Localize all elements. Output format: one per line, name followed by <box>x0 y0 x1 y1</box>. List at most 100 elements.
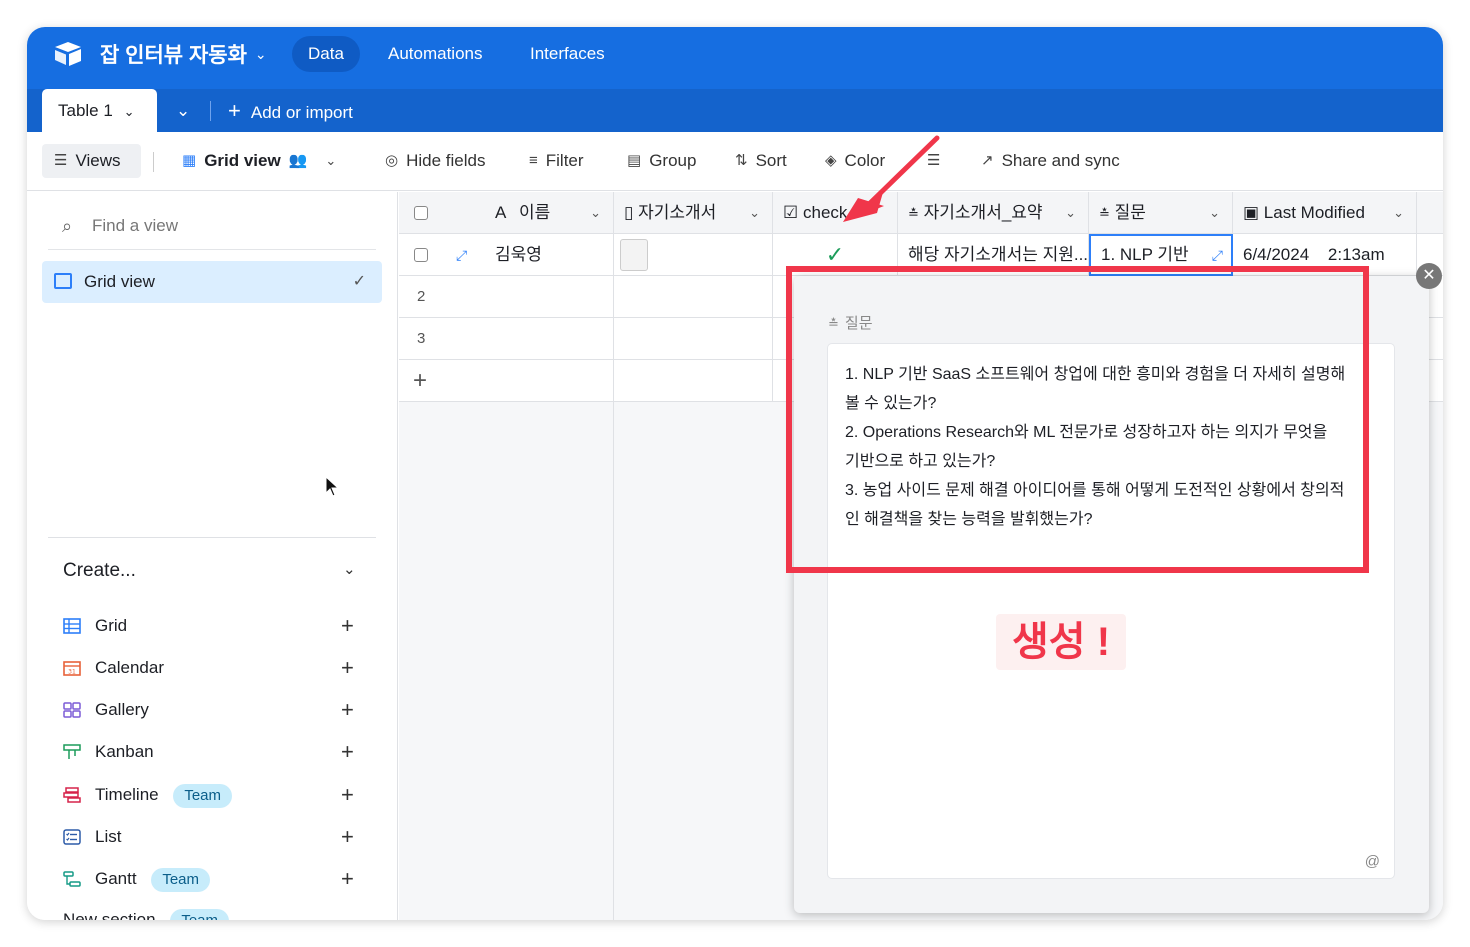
plus-icon[interactable]: + <box>341 695 354 725</box>
create-grid[interactable]: Grid + <box>63 611 363 641</box>
nav-automations[interactable]: Automations <box>372 36 499 72</box>
row-checkbox[interactable] <box>414 248 428 262</box>
select-all-checkbox[interactable] <box>414 206 428 220</box>
calendar-field-icon: ▣ <box>1243 203 1260 222</box>
filter-icon: ≡ <box>529 152 538 169</box>
grid-view-switcher[interactable]: ▦ Grid view 👥 ⌄ <box>182 144 336 178</box>
column-header-summary[interactable]: ≛ 자기소개서_요약 ⌄ <box>898 192 1089 234</box>
column-label: check <box>802 203 848 222</box>
view-toolbar: ☰ Views ▦ Grid view 👥 ⌄ ◎ Hide fields ≡ … <box>27 132 1443 191</box>
timeline-icon <box>63 787 81 803</box>
plus-icon[interactable]: + <box>341 737 354 767</box>
add-row-cell <box>614 360 773 402</box>
row-height-icon: ☰ <box>927 152 941 169</box>
team-badge: Team <box>151 867 211 892</box>
attachment-field-icon: ▯ <box>624 203 634 222</box>
row-number: 2 <box>417 288 426 305</box>
sort-button[interactable]: ⇅ Sort <box>735 144 787 178</box>
create-kanban[interactable]: Kanban + <box>63 737 363 767</box>
expand-record-icon[interactable]: ⤢ <box>456 234 467 276</box>
sort-icon: ⇅ <box>735 152 748 169</box>
search-icon: ⌕ <box>62 216 73 236</box>
nav-data[interactable]: Data <box>292 36 360 72</box>
plus-icon[interactable]: + <box>341 611 354 641</box>
column-label: 자기소개서 <box>638 203 717 222</box>
row-number: 3 <box>417 330 426 347</box>
filter-button[interactable]: ≡ Filter <box>529 144 584 178</box>
cell-time-value: 2:13am <box>1327 245 1385 264</box>
sidebar-divider <box>48 537 376 538</box>
share-and-sync-button[interactable]: ↗ Share and sync <box>981 144 1120 178</box>
attachment-thumbnail[interactable] <box>620 239 648 271</box>
create-list[interactable]: List + <box>63 822 363 852</box>
plus-icon: + <box>413 367 428 394</box>
create-new-section-label: New section <box>63 910 156 920</box>
cell-question-value: 1. NLP 기반 <box>1101 245 1189 264</box>
column-header-check[interactable]: ☑ check <box>773 192 898 234</box>
create-kanban-label: Kanban <box>95 742 154 761</box>
table-tab-label: Table 1 <box>58 101 113 120</box>
row-height-button[interactable]: ☰ <box>927 144 940 178</box>
create-gantt-label: Gantt <box>95 869 137 888</box>
find-view-input[interactable]: ⌕ Find a view <box>48 208 376 250</box>
create-gallery[interactable]: Gallery + <box>63 695 363 725</box>
cell-date-value: 6/4/2024 <box>1243 245 1310 264</box>
sidebar-item-grid-view[interactable]: Grid view ✓ <box>42 261 382 303</box>
grid-icon <box>54 273 72 289</box>
grid-header: A 이름 ⌄ ▯ 자기소개서 ⌄ ☑ check ≛ 자기소개서_요약 ⌄ ≛ … <box>399 192 1443 234</box>
create-new-section[interactable]: New section Team <box>63 906 363 920</box>
table-tab[interactable]: Table 1 ⌄ <box>42 89 157 132</box>
plus-icon[interactable]: + <box>341 822 354 852</box>
add-row-button[interactable]: + <box>399 360 614 402</box>
create-gantt[interactable]: Gantt Team + <box>63 864 363 894</box>
long-text-field-icon: ≛ <box>908 206 919 221</box>
calendar-icon: 31 <box>63 661 81 676</box>
share-icon: ↗ <box>981 152 994 169</box>
text-field-icon: A <box>495 203 507 222</box>
cell-name[interactable]: ⤢ 김욱영 <box>399 234 614 276</box>
plus-icon[interactable]: + <box>341 864 354 894</box>
views-button[interactable]: ☰ Views <box>42 144 141 178</box>
checkbox-field-icon: ☑ <box>783 203 799 222</box>
mention-icon[interactable]: @ <box>1365 853 1380 870</box>
team-badge: Team <box>170 908 230 920</box>
close-popup-icon[interactable]: ✕ <box>1416 263 1442 289</box>
cell-cover-letter[interactable] <box>614 234 773 276</box>
plus-icon[interactable]: + <box>341 653 354 683</box>
cell-name[interactable]: 2 <box>399 276 614 318</box>
column-header-name[interactable]: A 이름 ⌄ <box>399 192 614 234</box>
top-bar: 잡 인터뷰 자동화 ⌄ Data Automations Interfaces … <box>27 27 1443 132</box>
cell-summary-value: 해당 자기소개서는 지원... <box>908 245 1089 264</box>
mouse-cursor-icon <box>325 476 340 497</box>
cell-cover-letter[interactable] <box>614 318 773 360</box>
sort-label: Sort <box>755 151 787 170</box>
add-or-import-button[interactable]: + Add or import <box>228 89 353 132</box>
column-label: 질문 <box>1114 203 1146 222</box>
chevron-down-icon: ⌄ <box>1393 205 1404 220</box>
cell-name[interactable]: 3 <box>399 318 614 360</box>
collaborators-icon: 👥 <box>288 152 308 169</box>
app-logo-icon[interactable] <box>53 41 83 67</box>
column-header-last-modified[interactable]: ▣ Last Modified ⌄ <box>1233 192 1417 234</box>
chevron-down-icon[interactable]: ⌄ <box>343 560 356 578</box>
column-label: Last Modified <box>1263 203 1365 222</box>
group-button[interactable]: ▤ Group <box>627 144 696 178</box>
base-title[interactable]: 잡 인터뷰 자동화 ⌄ <box>100 39 267 69</box>
create-calendar[interactable]: 31 Calendar + <box>63 653 363 683</box>
sidebar-item-label: Grid view <box>84 272 155 291</box>
column-header-question[interactable]: ≛ 질문 ⌄ <box>1089 192 1233 234</box>
create-timeline[interactable]: Timeline Team + <box>63 780 363 810</box>
plus-icon[interactable]: + <box>341 780 354 810</box>
gantt-icon <box>63 871 81 887</box>
create-section-title[interactable]: Create... <box>63 560 136 582</box>
share-label: Share and sync <box>1001 151 1120 170</box>
find-view-placeholder: Find a view <box>92 216 178 235</box>
column-header-cover-letter[interactable]: ▯ 자기소개서 ⌄ <box>614 192 773 234</box>
nav-interfaces[interactable]: Interfaces <box>514 36 621 72</box>
color-button[interactable]: ◈ Color <box>825 144 885 178</box>
tables-dropdown-chevron-icon[interactable]: ⌄ <box>176 89 190 132</box>
hide-fields-button[interactable]: ◎ Hide fields <box>385 144 485 178</box>
long-text-field-icon: ≛ <box>1099 206 1110 221</box>
chevron-down-icon: ⌄ <box>254 45 267 62</box>
cell-cover-letter[interactable] <box>614 276 773 318</box>
